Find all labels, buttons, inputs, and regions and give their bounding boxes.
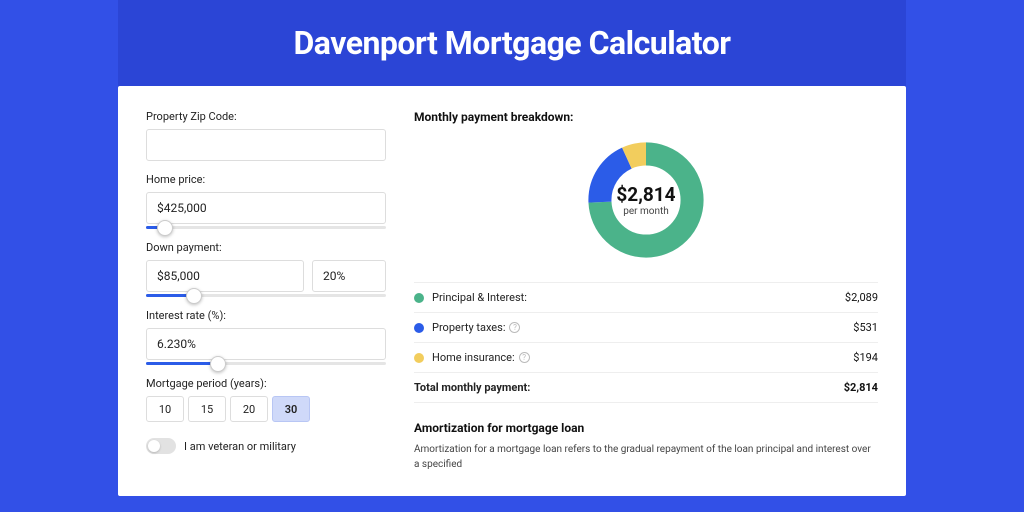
home-price-field: Home price: xyxy=(146,173,386,229)
page-title: Davenport Mortgage Calculator xyxy=(118,24,906,62)
period-button-10[interactable]: 10 xyxy=(146,396,184,422)
zip-label: Property Zip Code: xyxy=(146,110,386,123)
down-payment-field: Down payment: xyxy=(146,241,386,297)
zip-field: Property Zip Code: xyxy=(146,110,386,161)
period-button-30[interactable]: 30 xyxy=(272,396,310,422)
home-price-input[interactable] xyxy=(146,192,386,224)
home-price-slider[interactable] xyxy=(146,226,386,229)
calculator-card: Property Zip Code: Home price: Down paym… xyxy=(118,86,906,496)
rate-label: Interest rate (%): xyxy=(146,309,386,322)
amortization-heading: Amortization for mortgage loan xyxy=(414,421,878,435)
legend-row-tax: Property taxes:? $531 xyxy=(414,313,878,343)
legend: Principal & Interest: $2,089 Property ta… xyxy=(414,282,878,403)
legend-value-ins: $194 xyxy=(853,351,878,364)
slider-thumb[interactable] xyxy=(157,220,173,236)
donut-center: $2,814 per month xyxy=(582,136,710,264)
period-field: Mortgage period (years): 10 15 20 30 xyxy=(146,377,386,422)
swatch-pi xyxy=(414,293,424,303)
legend-label-ins: Home insurance:? xyxy=(432,351,853,364)
donut-chart: $2,814 per month xyxy=(582,136,710,264)
down-payment-pct-input[interactable] xyxy=(312,260,386,292)
veteran-toggle[interactable] xyxy=(146,438,176,454)
veteran-toggle-row: I am veteran or military xyxy=(146,438,386,454)
slider-fill xyxy=(146,362,218,365)
swatch-tax xyxy=(414,323,424,333)
rate-field: Interest rate (%): xyxy=(146,309,386,365)
legend-value-pi: $2,089 xyxy=(845,291,878,304)
legend-row-total: Total monthly payment: $2,814 xyxy=(414,373,878,403)
info-icon[interactable]: ? xyxy=(519,352,530,363)
period-button-group: 10 15 20 30 xyxy=(146,396,386,422)
legend-value-tax: $531 xyxy=(853,321,878,334)
legend-label-tax: Property taxes:? xyxy=(432,321,853,334)
slider-thumb[interactable] xyxy=(210,356,226,372)
toggle-knob xyxy=(148,440,160,452)
legend-row-pi: Principal & Interest: $2,089 xyxy=(414,283,878,313)
veteran-label: I am veteran or military xyxy=(184,440,296,453)
form-panel: Property Zip Code: Home price: Down paym… xyxy=(146,110,386,472)
results-panel: Monthly payment breakdown: $2,814 per mo… xyxy=(414,110,878,472)
info-icon[interactable]: ? xyxy=(509,322,520,333)
legend-value-total: $2,814 xyxy=(844,381,878,394)
zip-input[interactable] xyxy=(146,129,386,161)
legend-row-ins: Home insurance:? $194 xyxy=(414,343,878,373)
period-label: Mortgage period (years): xyxy=(146,377,386,390)
donut-sublabel: per month xyxy=(623,206,669,217)
period-button-15[interactable]: 15 xyxy=(188,396,226,422)
down-payment-label: Down payment: xyxy=(146,241,386,254)
amortization-body: Amortization for a mortgage loan refers … xyxy=(414,443,878,472)
rate-slider[interactable] xyxy=(146,362,386,365)
home-price-label: Home price: xyxy=(146,173,386,186)
legend-label-pi: Principal & Interest: xyxy=(432,291,845,304)
down-payment-input[interactable] xyxy=(146,260,304,292)
donut-chart-wrap: $2,814 per month xyxy=(414,136,878,264)
period-button-20[interactable]: 20 xyxy=(230,396,268,422)
slider-thumb[interactable] xyxy=(186,288,202,304)
rate-input[interactable] xyxy=(146,328,386,360)
down-payment-slider[interactable] xyxy=(146,294,386,297)
amortization-section: Amortization for mortgage loan Amortizat… xyxy=(414,421,878,472)
breakdown-heading: Monthly payment breakdown: xyxy=(414,110,878,124)
donut-amount: $2,814 xyxy=(616,183,675,206)
swatch-ins xyxy=(414,353,424,363)
legend-label-total: Total monthly payment: xyxy=(414,381,844,394)
